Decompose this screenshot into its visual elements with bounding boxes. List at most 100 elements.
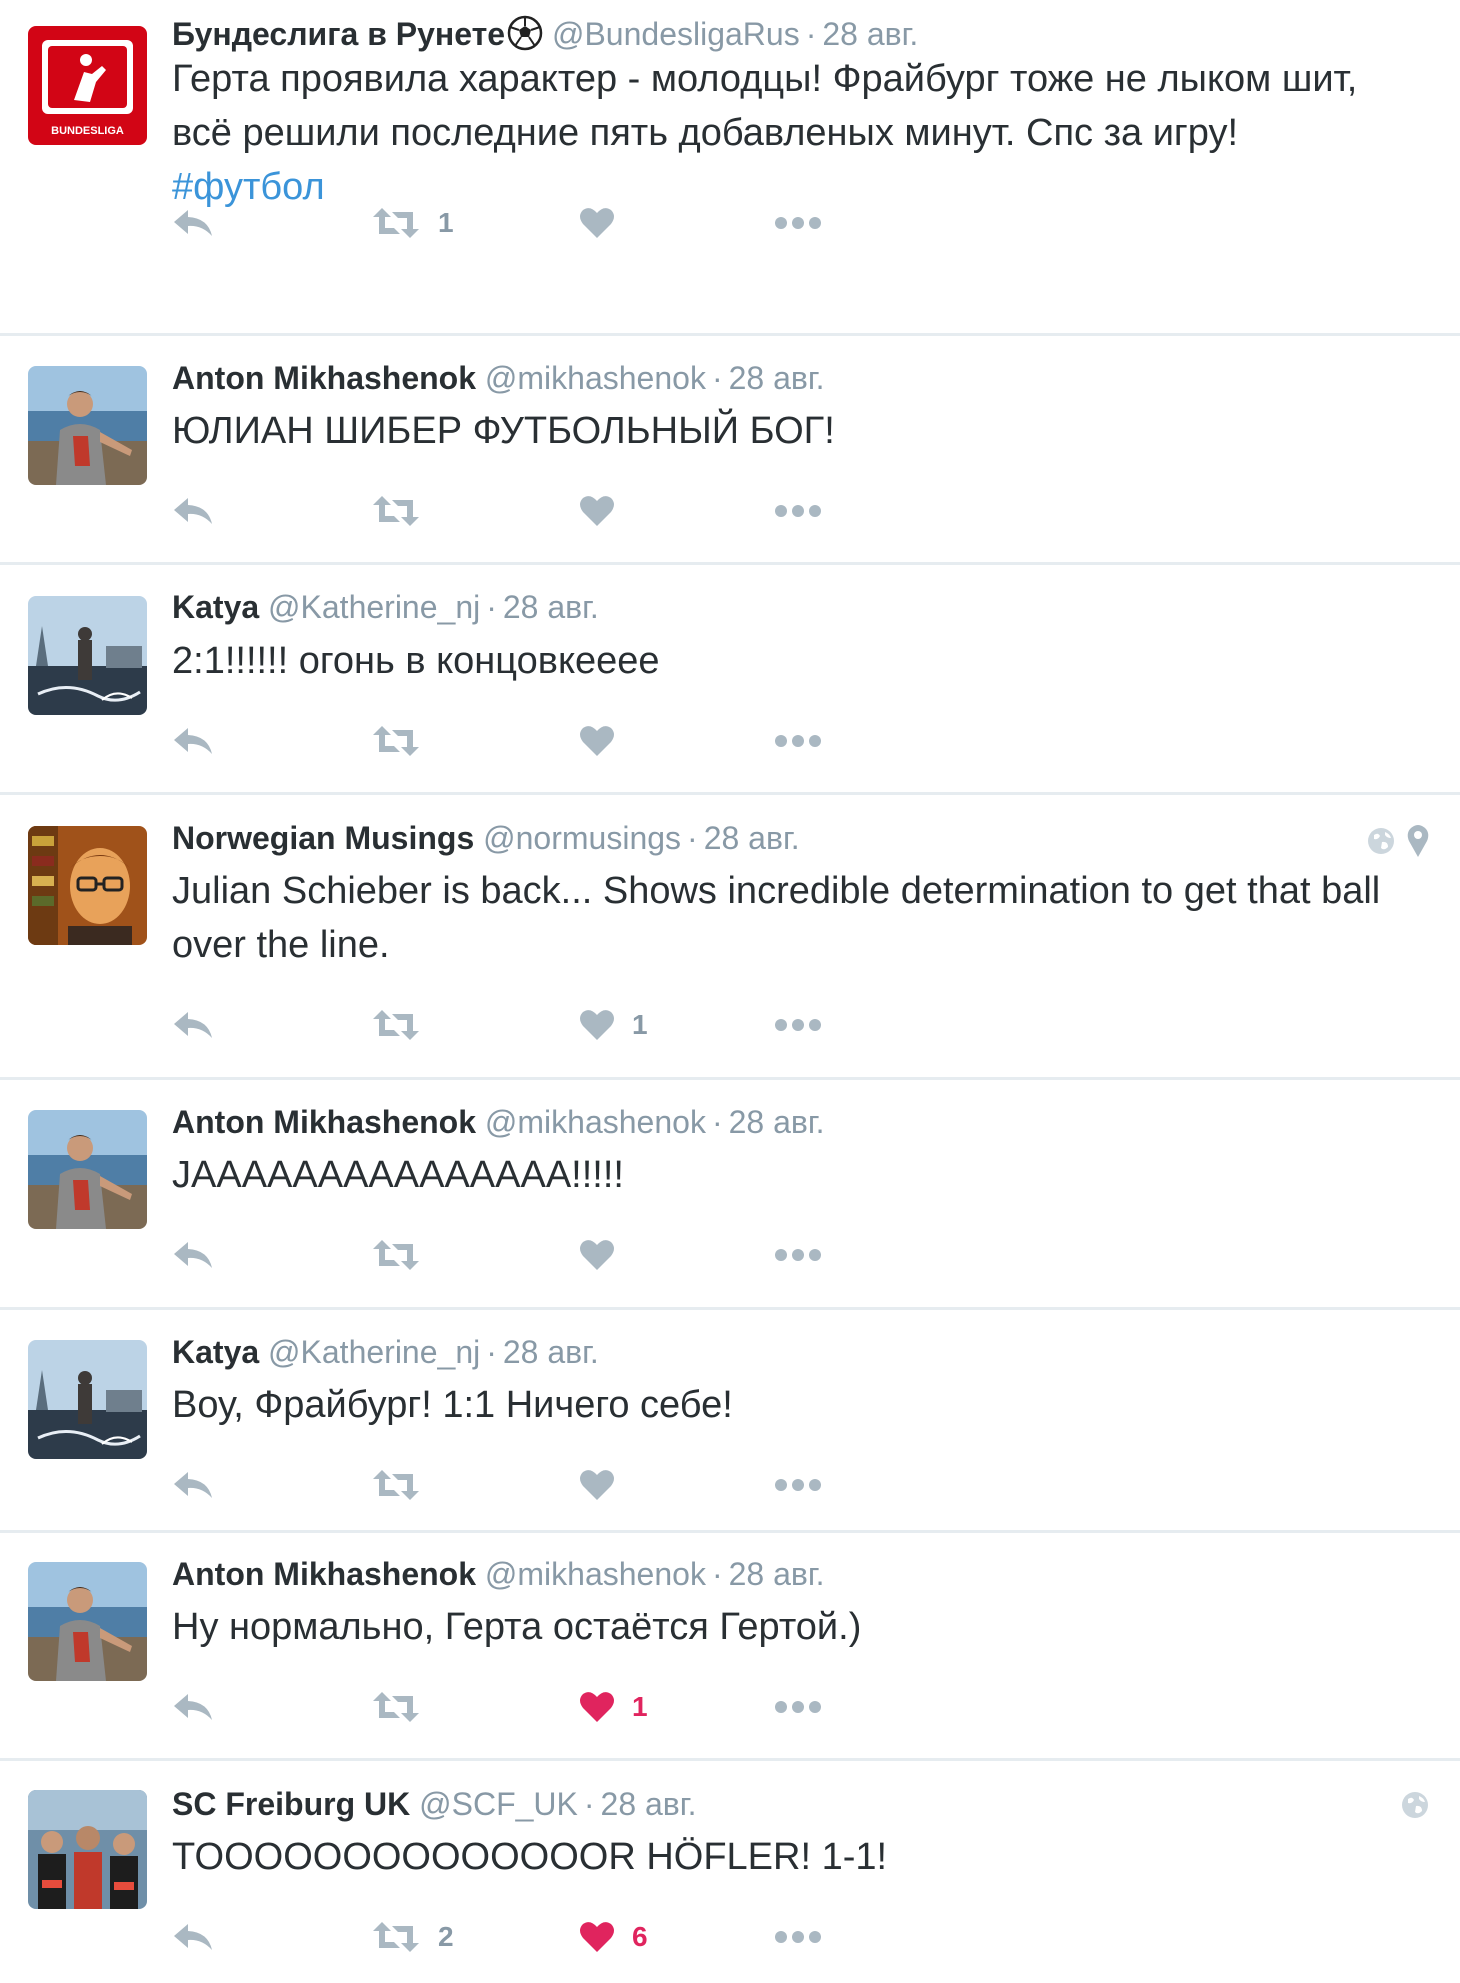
tweet-timestamp[interactable]: 28 авг. bbox=[822, 16, 918, 52]
author-name[interactable]: Katya bbox=[172, 1334, 259, 1370]
author-name[interactable]: Katya bbox=[172, 589, 259, 625]
retweet-button[interactable] bbox=[372, 1462, 438, 1508]
like-count: 6 bbox=[632, 1921, 648, 1952]
like-button[interactable] bbox=[580, 1232, 632, 1278]
retweet-icon bbox=[372, 206, 420, 240]
avatar[interactable] bbox=[28, 1562, 147, 1681]
more-button[interactable] bbox=[774, 488, 822, 534]
tweet-divider bbox=[0, 562, 1460, 565]
like-count: 1 bbox=[632, 1009, 648, 1040]
reply-button[interactable] bbox=[172, 200, 214, 246]
like-button[interactable]: 6 bbox=[580, 1914, 648, 1960]
separator-dot: · bbox=[711, 1104, 723, 1140]
reply-button[interactable] bbox=[172, 488, 214, 534]
author-handle[interactable]: @mikhashenok bbox=[485, 1104, 706, 1140]
tweet-timestamp[interactable]: 28 авг. bbox=[729, 1556, 825, 1592]
more-dots-icon bbox=[774, 1700, 822, 1714]
more-button[interactable] bbox=[774, 1462, 822, 1508]
like-button[interactable]: 1 bbox=[580, 1002, 648, 1048]
reply-button[interactable] bbox=[172, 1462, 214, 1508]
like-button[interactable]: 1 bbox=[580, 1684, 648, 1730]
tweet-divider bbox=[0, 1077, 1460, 1080]
avatar[interactable] bbox=[28, 1790, 147, 1909]
like-button[interactable] bbox=[580, 718, 632, 764]
reply-icon bbox=[172, 206, 214, 240]
like-button[interactable] bbox=[580, 1462, 632, 1508]
tweet-body: ЮЛИАН ШИБЕР ФУТБОЛЬНЫЙ БОГ! bbox=[172, 410, 835, 452]
avatar[interactable] bbox=[28, 1110, 147, 1229]
author-name[interactable]: Anton Mikhashenok bbox=[172, 360, 476, 396]
heart-icon bbox=[580, 1009, 614, 1041]
tweet-divider bbox=[0, 1758, 1460, 1761]
author-handle[interactable]: @SCF_UK bbox=[419, 1786, 578, 1822]
more-button[interactable] bbox=[774, 200, 822, 246]
separator-dot: · bbox=[486, 1334, 497, 1370]
tweet-timestamp[interactable]: 28 авг. bbox=[729, 360, 825, 396]
more-button[interactable] bbox=[774, 1232, 822, 1278]
tweet-timestamp[interactable]: 28 авг. bbox=[503, 589, 599, 625]
retweet-button[interactable] bbox=[372, 1232, 438, 1278]
separator-dot: · bbox=[711, 360, 723, 396]
tweet-meta-icons bbox=[1400, 1790, 1430, 1825]
avatar[interactable] bbox=[28, 1340, 147, 1459]
tweet-header: Norwegian Musings @normusings · 28 авг. bbox=[172, 818, 800, 858]
bundesliga-logo-text: BUNDESLIGA bbox=[51, 125, 124, 137]
retweet-icon bbox=[372, 1238, 420, 1272]
retweet-icon bbox=[372, 1690, 420, 1724]
avatar[interactable] bbox=[28, 596, 147, 715]
author-handle[interactable]: @Katherine_nj bbox=[268, 589, 480, 625]
tweet-timestamp[interactable]: 28 авг. bbox=[704, 820, 800, 856]
tweet-divider bbox=[0, 792, 1460, 795]
reply-button[interactable] bbox=[172, 1002, 214, 1048]
author-handle[interactable]: @mikhashenok bbox=[485, 1556, 706, 1592]
avatar[interactable] bbox=[28, 826, 147, 945]
retweet-button[interactable]: 1 bbox=[372, 200, 454, 246]
reply-icon bbox=[172, 1920, 214, 1954]
tweet-body: JAAAAAAAAAAAAAAA!!!!! bbox=[172, 1154, 624, 1196]
more-button[interactable] bbox=[774, 1914, 822, 1960]
heart-icon bbox=[580, 495, 614, 527]
author-name[interactable]: SC Freiburg UK bbox=[172, 1786, 410, 1822]
tweet-text: Герта проявила характер - молодцы! Фрайб… bbox=[172, 52, 1422, 214]
reply-button[interactable] bbox=[172, 718, 214, 764]
avatar[interactable]: BUNDESLIGA bbox=[28, 26, 147, 145]
reply-button[interactable] bbox=[172, 1914, 214, 1960]
retweet-button[interactable]: 2 bbox=[372, 1914, 454, 1960]
author-handle[interactable]: @BundesligaRus bbox=[552, 16, 800, 52]
heart-icon bbox=[580, 725, 614, 757]
tweet-text: ЮЛИАН ШИБЕР ФУТБОЛЬНЫЙ БОГ! bbox=[172, 404, 1422, 458]
author-handle[interactable]: @normusings bbox=[483, 820, 681, 856]
globe-icon[interactable] bbox=[1366, 826, 1396, 861]
author-name[interactable]: Anton Mikhashenok bbox=[172, 1556, 476, 1592]
author-handle[interactable]: @Katherine_nj bbox=[268, 1334, 480, 1370]
avatar[interactable] bbox=[28, 366, 147, 485]
tweet-header: SC Freiburg UK @SCF_UK · 28 авг. bbox=[172, 1784, 696, 1824]
location-pin-icon[interactable] bbox=[1406, 824, 1430, 863]
more-dots-icon bbox=[774, 216, 822, 230]
globe-icon[interactable] bbox=[1400, 1790, 1430, 1825]
tweet-divider bbox=[0, 333, 1460, 336]
tweet-timestamp[interactable]: 28 авг. bbox=[601, 1786, 697, 1822]
tweet-timestamp[interactable]: 28 авг. bbox=[503, 1334, 599, 1370]
retweet-button[interactable] bbox=[372, 718, 438, 764]
reply-icon bbox=[172, 494, 214, 528]
retweet-button[interactable] bbox=[372, 1002, 438, 1048]
retweet-icon bbox=[372, 1468, 420, 1502]
tweet-body: TOOOOOOOOOOOOOOR HÖFLER! 1-1! bbox=[172, 1836, 888, 1878]
reply-icon bbox=[172, 1008, 214, 1042]
author-name[interactable]: Norwegian Musings bbox=[172, 820, 474, 856]
more-button[interactable] bbox=[774, 718, 822, 764]
more-button[interactable] bbox=[774, 1684, 822, 1730]
tweet-timestamp[interactable]: 28 авг. bbox=[729, 1104, 825, 1140]
like-button[interactable] bbox=[580, 488, 632, 534]
author-name[interactable]: Anton Mikhashenok bbox=[172, 1104, 476, 1140]
reply-button[interactable] bbox=[172, 1232, 214, 1278]
heart-icon bbox=[580, 1921, 614, 1953]
more-button[interactable] bbox=[774, 1002, 822, 1048]
like-button[interactable] bbox=[580, 200, 632, 246]
reply-button[interactable] bbox=[172, 1684, 214, 1730]
retweet-button[interactable] bbox=[372, 488, 438, 534]
author-handle[interactable]: @mikhashenok bbox=[485, 360, 706, 396]
retweet-button[interactable] bbox=[372, 1684, 438, 1730]
author-name[interactable]: Бундеслига в Рунете bbox=[172, 16, 505, 52]
